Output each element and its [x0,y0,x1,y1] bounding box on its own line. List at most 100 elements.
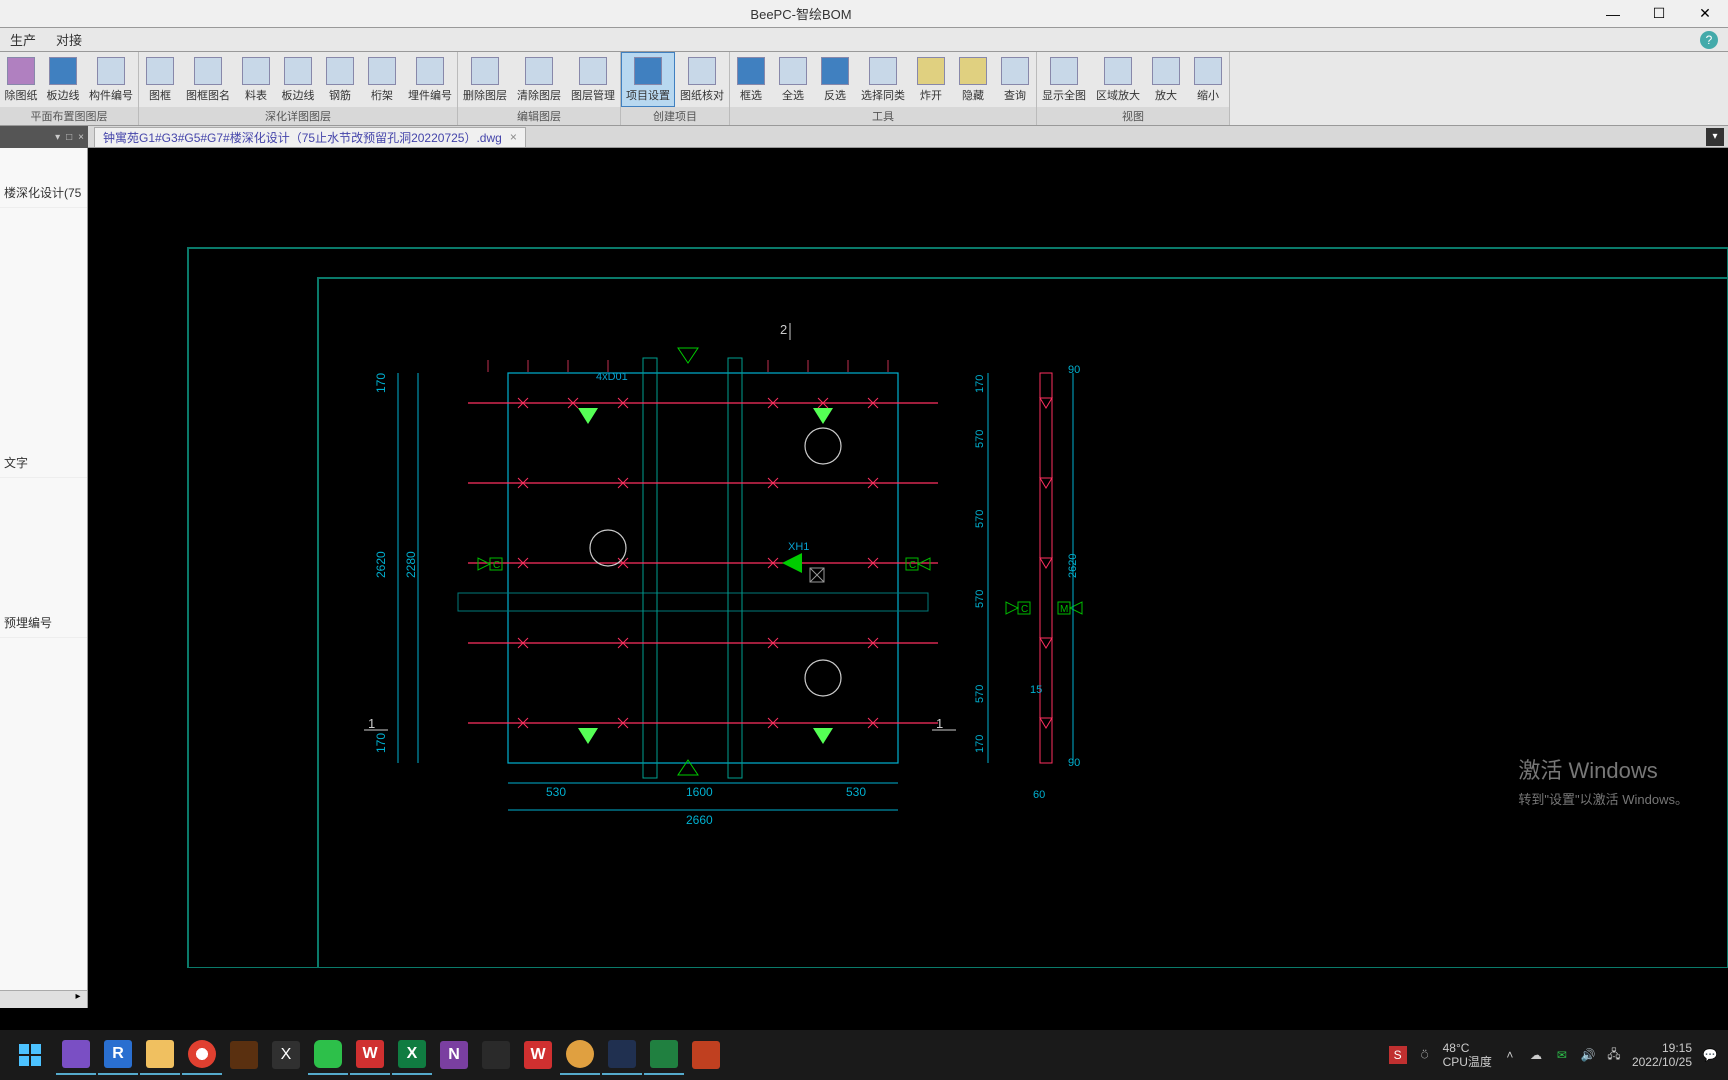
titlebar: BeePC-智绘BOM — ☐ ✕ [0,0,1728,28]
tb-chrome[interactable] [182,1035,222,1075]
menu-dock[interactable]: 对接 [56,30,82,49]
tab-close-icon[interactable]: × [510,130,517,144]
rb-query[interactable]: 查询 [994,52,1036,107]
svg-text:2280: 2280 [404,551,418,578]
svg-text:530: 530 [846,785,866,799]
rg1-label: 平面布置图图层 [0,107,138,125]
help-icon[interactable]: ? [1700,31,1718,49]
svg-text:C: C [493,560,500,571]
panel-close-icon[interactable]: × [78,132,84,143]
tb-wechat[interactable] [308,1035,348,1075]
tray-people-icon[interactable]: ⍥ [1417,1047,1433,1063]
tray-wechat-icon[interactable]: ✉ [1554,1047,1570,1063]
rb-explode[interactable]: 炸开 [910,52,952,107]
rb-embed-id[interactable]: 埋件编号 [403,52,457,107]
svg-text:170: 170 [974,375,986,393]
tb-revit[interactable]: R [98,1035,138,1075]
rb-component-id[interactable]: 构件编号 [84,52,138,107]
tray-clock[interactable]: 19:152022/10/25 [1632,1041,1692,1069]
tb-app-6[interactable] [686,1035,726,1075]
svg-text:570: 570 [974,510,986,528]
tray-network-icon[interactable]: 🖧 [1606,1047,1622,1063]
tb-app-1[interactable] [224,1035,264,1075]
watermark-title: 激活 Windows [1518,753,1688,785]
tb-app-4[interactable] [560,1035,600,1075]
bottom-blackbar [0,1008,1728,1030]
rb-frame-name[interactable]: 图框图名 [181,52,235,107]
drawing-svg: 170 170 2620 2280 530 1600 530 2660 2 1 … [88,148,1728,968]
sidebar-item-text[interactable]: 文字 [0,448,87,478]
tray-up-icon[interactable]: ˄ [1502,1047,1518,1063]
svg-text:2620: 2620 [374,551,388,578]
panel-pin-icon[interactable]: ▾ [55,132,60,143]
rg6-label: 视图 [1037,107,1229,125]
rb-rebar[interactable]: 钢筋 [319,52,361,107]
rb-frame[interactable]: 图框 [139,52,181,107]
maximize-button[interactable]: ☐ [1636,0,1682,28]
rb-show-full[interactable]: 显示全图 [1037,52,1091,107]
tb-wps-1[interactable]: W [350,1035,390,1075]
rb-truss[interactable]: 桁架 [361,52,403,107]
tb-onenote[interactable]: N [434,1035,474,1075]
svg-text:90: 90 [1068,364,1080,376]
tb-wps-2[interactable]: W [518,1035,558,1075]
system-tray: S ⍥ 48°CCPU温度 ˄ ☁ ✉ 🔊 🖧 19:152022/10/25 … [1389,1041,1722,1069]
rb-hide[interactable]: 隐藏 [952,52,994,107]
app-title: BeePC-智绘BOM [12,4,1590,23]
rb-project-settings[interactable]: 项目设置 [621,52,675,107]
tb-file-explorer[interactable] [140,1035,180,1075]
rb-board-edge-1[interactable]: 板边线 [42,52,84,107]
rb-invert-select[interactable]: 反选 [814,52,856,107]
panel-opt-icon[interactable]: □ [66,132,72,143]
svg-text:570: 570 [974,590,986,608]
svg-text:1: 1 [368,716,375,731]
svg-text:15: 15 [1030,684,1042,696]
rb-zoom-region[interactable]: 区域放大 [1091,52,1145,107]
rb-delete-layer[interactable]: 删除图层 [458,52,512,107]
rb-zoom-out[interactable]: 缩小 [1187,52,1229,107]
rb-select-same[interactable]: 选择同类 [856,52,910,107]
rb-material-table[interactable]: 料表 [235,52,277,107]
tray-notifications-icon[interactable]: 💬 [1702,1047,1718,1063]
tb-app-3[interactable] [476,1035,516,1075]
rb-clear-layer[interactable]: 清除图层 [512,52,566,107]
rb-zoom-in[interactable]: 放大 [1145,52,1187,107]
svg-text:60: 60 [1033,789,1045,801]
tab-list-dropdown[interactable]: ▾ [1706,128,1724,146]
close-button[interactable]: ✕ [1682,0,1728,28]
tb-app-2[interactable]: X [266,1035,306,1075]
rb-drawing-layer[interactable]: 除图纸 [0,52,42,107]
rg4-label: 创建项目 [621,107,729,125]
rg3-label: 编辑图层 [458,107,620,125]
tb-app-5[interactable] [644,1035,684,1075]
tray-temperature[interactable]: 48°CCPU温度 [1443,1041,1492,1069]
rb-select-all[interactable]: 全选 [772,52,814,107]
svg-text:170: 170 [374,373,388,393]
sidebar-item-embed[interactable]: 预埋编号 [0,608,87,638]
tray-cloud-icon[interactable]: ☁ [1528,1047,1544,1063]
svg-text:570: 570 [974,430,986,448]
rb-layer-manager[interactable]: 图层管理 [566,52,620,107]
document-tab[interactable]: 钟寓苑G1#G3#G5#G7#楼深化设计（75止水节改预留孔洞20220725）… [94,127,526,147]
rb-drawing-check[interactable]: 图纸核对 [675,52,729,107]
tray-ime-icon[interactable]: S [1389,1046,1407,1064]
tb-beepc[interactable] [602,1035,642,1075]
svg-text:C: C [909,560,916,571]
rg5-label: 工具 [730,107,1036,125]
tray-volume-icon[interactable]: 🔊 [1580,1047,1596,1063]
rb-box-select[interactable]: 框选 [730,52,772,107]
svg-text:1: 1 [936,716,943,731]
rb-board-edge-2[interactable]: 板边线 [277,52,319,107]
sidebar-item-doc[interactable]: 楼深化设计(75 [0,178,87,208]
minimize-button[interactable]: — [1590,0,1636,28]
tb-visual-studio[interactable] [56,1035,96,1075]
menu-produce[interactable]: 生产 [10,30,36,49]
start-button[interactable] [6,1035,54,1075]
svg-text:M: M [1060,604,1068,615]
tb-excel[interactable]: X [392,1035,432,1075]
sidebar-scrollbar[interactable]: ▸ [0,990,87,1008]
windows-icon [19,1044,41,1066]
svg-text:570: 570 [974,685,986,703]
drawing-canvas[interactable]: 170 170 2620 2280 530 1600 530 2660 2 1 … [88,148,1728,1008]
svg-text:XH1: XH1 [788,541,809,553]
